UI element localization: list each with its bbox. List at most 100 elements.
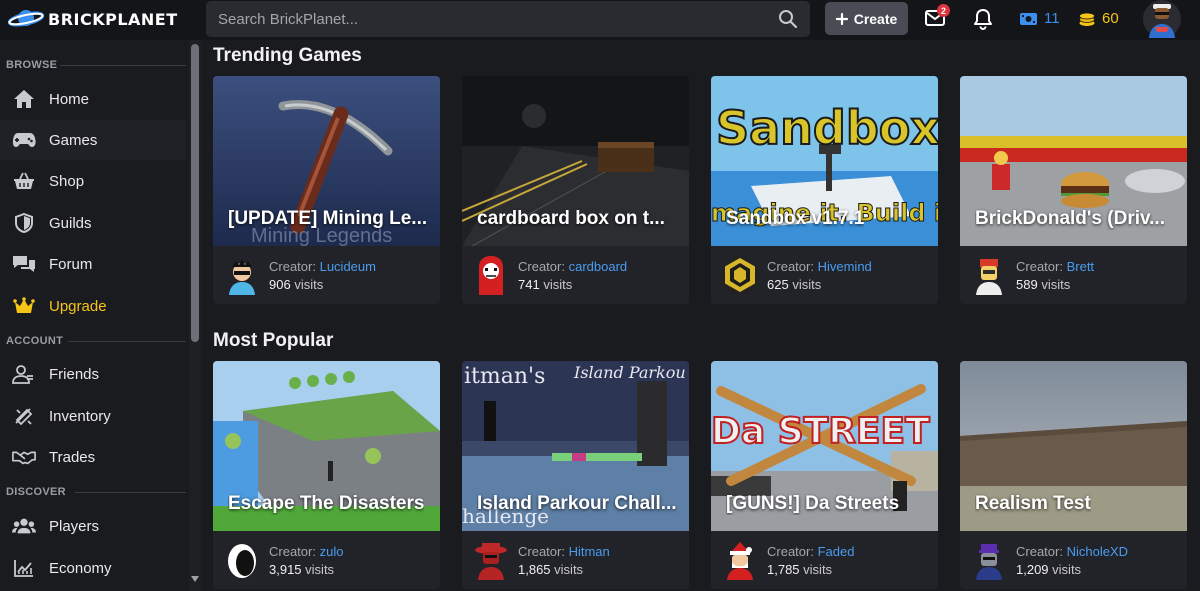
- creator-link[interactable]: NicholeXD: [1067, 544, 1128, 559]
- bits-balance[interactable]: 11: [1019, 10, 1060, 27]
- creator-avatar[interactable]: [471, 540, 511, 580]
- user-friends-icon: [12, 364, 36, 384]
- section-title-popular: Most Popular: [213, 330, 334, 351]
- brand-logo[interactable]: BRICKPLANET: [8, 6, 178, 32]
- game-card[interactable]: BrickDonald's (Driv... Creator: Brett 58…: [960, 76, 1187, 304]
- visits-line: 1,865 visits: [518, 562, 583, 577]
- shield-icon: [12, 213, 36, 233]
- game-thumbnail[interactable]: Sandbox magine it. Build i Sandbox v1.7.…: [711, 76, 938, 246]
- game-title[interactable]: Realism Test: [975, 493, 1091, 515]
- scroll-down-arrow-icon[interactable]: [190, 575, 200, 583]
- creator-avatar[interactable]: [969, 540, 1009, 580]
- creator-label: Creator:: [767, 544, 814, 559]
- visits-line: 3,915 visits: [269, 562, 334, 577]
- creator-link[interactable]: cardboard: [569, 259, 628, 274]
- sidebar-item-home[interactable]: Home: [0, 79, 186, 119]
- section-label-account: ACCOUNT: [6, 335, 64, 347]
- visits-count: 3,915: [269, 562, 302, 577]
- sidebar-item-forum[interactable]: Forum: [0, 244, 186, 284]
- search-icon[interactable]: [778, 9, 798, 29]
- sidebar-item-friends[interactable]: Friends: [0, 354, 186, 394]
- sidebar-item-inventory[interactable]: Inventory: [0, 396, 186, 436]
- divider: [68, 341, 186, 342]
- game-card[interactable]: Mining Legends [UPDATE] Mining Le... Cre…: [213, 76, 440, 304]
- creator-link[interactable]: Hivemind: [818, 259, 872, 274]
- creator-label: Creator:: [767, 259, 814, 274]
- creator-line: Creator: Brett: [1016, 259, 1094, 274]
- game-thumbnail[interactable]: itman's Island Parkou hallenge Island Pa…: [462, 361, 689, 531]
- game-title[interactable]: [UPDATE] Mining Le...: [228, 208, 427, 230]
- planet-logo-icon: [8, 10, 44, 27]
- plus-icon: [835, 12, 848, 25]
- sidebar-item-players[interactable]: Players: [0, 506, 186, 546]
- game-card[interactable]: Da STREET [GUNS!] Da Streets Creator: Fa…: [711, 361, 938, 589]
- creator-label: Creator:: [518, 544, 565, 559]
- sidebar-item-upgrade[interactable]: Upgrade: [0, 286, 186, 326]
- game-thumbnail[interactable]: Escape The Disasters: [213, 361, 440, 531]
- users-icon: [12, 516, 36, 536]
- game-thumbnail[interactable]: BrickDonald's (Driv...: [960, 76, 1187, 246]
- creator-link[interactable]: Lucideum: [320, 259, 376, 274]
- sidebar-item-shop[interactable]: Shop: [0, 161, 186, 201]
- bucks-balance[interactable]: 60: [1078, 10, 1119, 27]
- visits-count: 1,785: [767, 562, 800, 577]
- sidebar-section-account: ACCOUNT: [6, 335, 186, 347]
- creator-link[interactable]: Hitman: [569, 544, 610, 559]
- sidebar-item-trades[interactable]: Trades: [0, 437, 186, 477]
- game-thumbnail[interactable]: Realism Test: [960, 361, 1187, 531]
- brand-name: BRICKPLANET: [48, 9, 178, 29]
- game-card[interactable]: itman's Island Parkou hallenge Island Pa…: [462, 361, 689, 589]
- game-title[interactable]: Island Parkour Chall...: [477, 493, 677, 515]
- game-title[interactable]: Sandbox v1.7.1: [726, 208, 864, 230]
- visits-label: visits: [792, 277, 822, 292]
- sidebar-item-games[interactable]: Games: [0, 120, 186, 160]
- creator-avatar[interactable]: [720, 255, 760, 295]
- game-title[interactable]: BrickDonald's (Driv...: [975, 208, 1165, 230]
- game-card[interactable]: Realism Test Creator: NicholeXD 1,209 vi…: [960, 361, 1187, 589]
- search-input[interactable]: [218, 10, 758, 28]
- game-thumbnail[interactable]: Mining Legends [UPDATE] Mining Le...: [213, 76, 440, 246]
- basket-icon: [12, 171, 36, 191]
- creator-avatar[interactable]: [471, 255, 511, 295]
- game-title[interactable]: cardboard box on t...: [477, 208, 665, 230]
- game-thumbnail[interactable]: Da STREET [GUNS!] Da Streets: [711, 361, 938, 531]
- sidebar-item-label: Inventory: [49, 407, 111, 425]
- bell-icon[interactable]: [973, 8, 993, 30]
- game-card[interactable]: Escape The Disasters Creator: zulo 3,915…: [213, 361, 440, 589]
- creator-link[interactable]: Faded: [818, 544, 855, 559]
- thumb-text-left: itman's: [464, 364, 545, 389]
- creator-link[interactable]: Brett: [1067, 259, 1094, 274]
- create-button[interactable]: Create: [825, 2, 908, 35]
- sidebar-item-label: Economy: [49, 559, 112, 577]
- creator-avatar[interactable]: [969, 255, 1009, 295]
- game-card[interactable]: Sandbox magine it. Build i Sandbox v1.7.…: [711, 76, 938, 304]
- create-button-label: Create: [853, 10, 898, 27]
- visits-label: visits: [294, 277, 324, 292]
- creator-avatar[interactable]: [720, 540, 760, 580]
- sidebar-item-guilds[interactable]: Guilds: [0, 203, 186, 243]
- visits-label: visits: [543, 277, 573, 292]
- visits-count: 741: [518, 277, 540, 292]
- coins-icon: [1079, 12, 1095, 26]
- creator-link[interactable]: zulo: [320, 544, 344, 559]
- search-bar[interactable]: [206, 1, 810, 37]
- creator-avatar[interactable]: [222, 255, 262, 295]
- creator-label: Creator:: [269, 544, 316, 559]
- sidebar-scrollbar-thumb[interactable]: [191, 44, 199, 342]
- creator-avatar[interactable]: [222, 540, 262, 580]
- section-title-trending: Trending Games: [213, 45, 362, 66]
- game-card[interactable]: cardboard box on t... Creator: cardboard…: [462, 76, 689, 304]
- crown-icon: [12, 296, 36, 316]
- visits-line: 1,785 visits: [767, 562, 832, 577]
- game-title[interactable]: [GUNS!] Da Streets: [726, 493, 899, 515]
- visits-label: visits: [1052, 562, 1082, 577]
- game-thumbnail[interactable]: cardboard box on t...: [462, 76, 689, 246]
- visits-count: 906: [269, 277, 291, 292]
- section-label-browse: BROWSE: [6, 59, 58, 71]
- sidebar-item-economy[interactable]: Economy: [0, 548, 186, 588]
- divider: [75, 492, 186, 493]
- user-avatar[interactable]: [1143, 0, 1181, 38]
- divider: [60, 65, 186, 66]
- game-title[interactable]: Escape The Disasters: [228, 493, 424, 515]
- visits-label: visits: [554, 562, 584, 577]
